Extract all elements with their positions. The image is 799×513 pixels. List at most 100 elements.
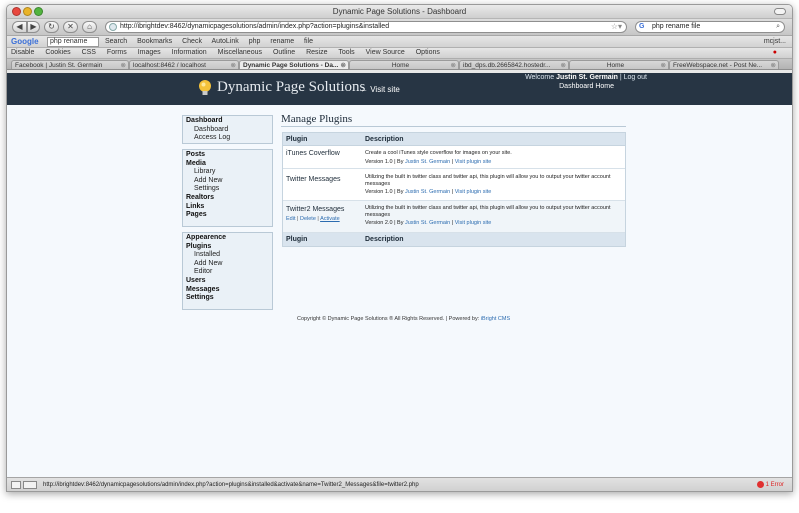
sidebar-item-plugins[interactable]: Plugins xyxy=(186,243,269,252)
plugin-author-link[interactable]: Justin St. Germain xyxy=(405,220,450,226)
tab-home-2[interactable]: Home ⊗ xyxy=(569,60,669,69)
visit-site-link[interactable]: ← Visit site xyxy=(360,85,400,94)
tab-freewebspace[interactable]: FreeWebspace.net - Post Ne... ⊗ xyxy=(669,60,779,69)
forward-button[interactable]: ▶ xyxy=(27,21,40,33)
plugin-meta: Version 1.0 | By Justin St. Germain | Vi… xyxy=(365,189,491,195)
sidebar-item-dashboard[interactable]: Dashboard xyxy=(186,117,269,126)
window-title: Dynamic Page Solutions - Dashboard xyxy=(332,7,467,16)
action-separator: | xyxy=(297,216,299,222)
activate-plugin-link[interactable]: Activate xyxy=(320,216,340,222)
sidebar-menu-admin: Appearence Plugins Installed Add New Editor U… xyxy=(182,232,273,310)
reload-button[interactable]: ↻ xyxy=(44,21,59,33)
google-search-input[interactable]: php rename xyxy=(47,37,99,47)
tab-facebook[interactable]: Facebook | Justin St. Germain ⊗ xyxy=(11,60,129,69)
devbar-item[interactable]: Information xyxy=(172,49,207,56)
sidebar-item-users[interactable]: Users xyxy=(186,277,269,286)
visit-plugin-site-link[interactable]: Visit plugin site xyxy=(455,189,492,195)
error-indicator-icon[interactable]: ● xyxy=(773,48,777,58)
sidebar-item-settings[interactable]: Settings xyxy=(186,294,269,303)
devbar-item[interactable]: Forms xyxy=(107,49,127,56)
tab-hostedresource[interactable]: ibd_dps.db.2665842.hostedr... ⊗ xyxy=(459,60,569,69)
sidebar-item-links[interactable]: Links xyxy=(186,203,269,212)
plugin-meta: Version 1.0 | By Justin St. Germain | Vi… xyxy=(365,159,491,165)
sidebar-item-add-new[interactable]: Add New xyxy=(186,177,269,186)
tab-close-icon[interactable]: ⊗ xyxy=(121,61,126,69)
table-footer: Plugin Description xyxy=(283,233,625,246)
plugin-version: Version 1.0 xyxy=(365,189,393,195)
plugin-meta: Version 2.0 | By Justin St. Germain | Vi… xyxy=(365,220,491,226)
google-toolbar-item[interactable]: file xyxy=(304,38,313,45)
devbar-item[interactable]: Tools xyxy=(338,49,354,56)
column-footer-plugin: Plugin xyxy=(286,236,308,243)
table-row: Twitter Messages Utilizing the built in … xyxy=(283,169,625,201)
search-icon[interactable]: ⌕ xyxy=(776,22,780,32)
plugin-author-link[interactable]: Justin St. Germain xyxy=(405,159,450,165)
google-toolbar-item[interactable]: Bookmarks xyxy=(137,38,172,45)
search-bar-value: php rename file xyxy=(652,23,701,30)
visit-plugin-site-link[interactable]: Visit plugin site xyxy=(455,220,492,226)
tab-close-icon[interactable]: ⊗ xyxy=(661,61,666,69)
tab-close-icon[interactable]: ⊗ xyxy=(451,61,456,69)
plugin-description: Create a cool iTunes style coverflow for… xyxy=(365,150,512,156)
tab-localhost[interactable]: localhost:8462 / localhost ⊗ xyxy=(129,60,239,69)
back-button[interactable]: ◀ xyxy=(12,21,27,33)
sidebar-item-dashboard[interactable]: Dashboard xyxy=(186,126,269,135)
devbar-item[interactable]: Outline xyxy=(273,49,295,56)
devbar-item[interactable]: Images xyxy=(138,49,161,56)
plugin-name: iTunes Coverflow xyxy=(286,150,340,157)
tab-home[interactable]: Home ⊗ xyxy=(349,60,459,69)
tab-close-icon[interactable]: ⊗ xyxy=(561,61,566,69)
error-count[interactable]: 1 Error xyxy=(756,478,784,491)
bookmark-star-icon[interactable]: ☆▾ xyxy=(611,22,622,32)
search-bar[interactable]: G php rename file ⌕ xyxy=(635,21,785,33)
sidebar-item-installed[interactable]: Installed xyxy=(186,251,269,260)
devbar-item[interactable]: Cookies xyxy=(45,49,70,56)
devbar-item[interactable]: View Source xyxy=(366,49,405,56)
sidebar-item-settings[interactable]: Settings xyxy=(186,185,269,194)
lightbulb-logo-icon xyxy=(199,80,211,95)
visit-plugin-site-link[interactable]: Visit plugin site xyxy=(455,159,492,165)
log-out-link[interactable]: | Log out xyxy=(620,74,647,81)
delete-plugin-link[interactable]: Delete xyxy=(300,216,316,222)
tab-label: ibd_dps.db.2665842.hostedr... xyxy=(463,62,551,69)
devbar-item[interactable]: Options xyxy=(416,49,440,56)
stop-button[interactable]: ✕ xyxy=(63,21,78,33)
sidebar-item-realtors[interactable]: Realtors xyxy=(186,194,269,203)
user-name-link[interactable]: Justin St. Germain xyxy=(556,74,618,81)
sidebar-item-appearence[interactable]: Appearence xyxy=(186,234,269,243)
devbar-item[interactable]: Disable xyxy=(11,49,34,56)
sidebar-item-editor[interactable]: Editor xyxy=(186,268,269,277)
toolbar-toggle-button[interactable] xyxy=(774,8,786,15)
google-account-label[interactable]: mcjst... xyxy=(764,36,786,47)
plugin-author-link[interactable]: Justin St. Germain xyxy=(405,189,450,195)
google-toolbar-item[interactable]: AutoLink xyxy=(212,38,239,45)
address-bar[interactable]: http://ibrightdev:8462/dynamicpagesoluti… xyxy=(105,21,627,33)
page-viewport: Dynamic Page Solutions ← Visit site Welc… xyxy=(7,73,792,477)
google-toolbar-item[interactable]: php xyxy=(249,38,261,45)
tab-close-icon[interactable]: ⊗ xyxy=(771,61,776,69)
tab-dynamic-page-solutions[interactable]: Dynamic Page Solutions - Da... ⊗ xyxy=(239,60,349,69)
sidebar-item-add-new[interactable]: Add New xyxy=(186,260,269,269)
google-toolbar-item[interactable]: Check xyxy=(182,38,202,45)
sidebar-item-posts[interactable]: Posts xyxy=(186,151,269,160)
sidebar-item-library[interactable]: Library xyxy=(186,168,269,177)
back-arrow-icon: ◀ xyxy=(16,22,23,31)
status-panel-button[interactable] xyxy=(23,481,37,489)
sidebar-item-pages[interactable]: Pages xyxy=(186,211,269,220)
google-toolbar-item[interactable]: rename xyxy=(270,38,294,45)
edit-plugin-link[interactable]: Edit xyxy=(286,216,295,222)
status-toggle-button[interactable] xyxy=(11,481,21,489)
search-engine-icon[interactable]: G xyxy=(639,22,644,32)
devbar-item[interactable]: CSS xyxy=(82,49,96,56)
dashboard-home-link[interactable]: Dashboard Home xyxy=(499,83,614,90)
powered-by-link[interactable]: iBright CMS xyxy=(481,316,510,322)
devbar-item[interactable]: Miscellaneous xyxy=(218,49,262,56)
google-toolbar-item[interactable]: Search xyxy=(105,38,127,45)
home-button[interactable]: ⌂ xyxy=(82,21,97,33)
tab-close-icon[interactable]: ⊗ xyxy=(341,61,346,69)
sidebar-item-media[interactable]: Media xyxy=(186,160,269,169)
tab-close-icon[interactable]: ⊗ xyxy=(231,61,236,69)
sidebar-item-access-log[interactable]: Access Log xyxy=(186,134,269,143)
sidebar-item-messages[interactable]: Messages xyxy=(186,286,269,295)
devbar-item[interactable]: Resize xyxy=(306,49,327,56)
